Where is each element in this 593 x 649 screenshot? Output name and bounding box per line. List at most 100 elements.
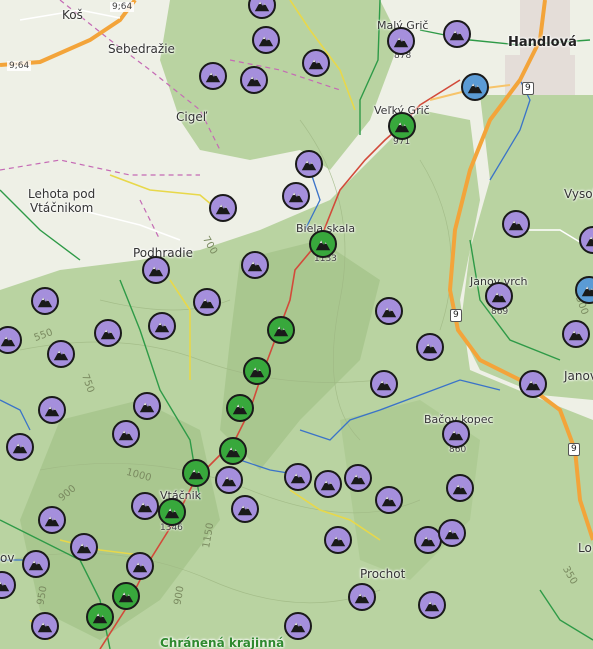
mountain-icon: [91, 608, 109, 626]
purple-peak-marker[interactable]: [562, 320, 590, 348]
green-peak-marker[interactable]: [309, 230, 337, 258]
road-label: 9;64: [110, 2, 135, 12]
purple-peak-marker[interactable]: [70, 533, 98, 561]
purple-peak-marker[interactable]: [344, 464, 372, 492]
purple-peak-marker[interactable]: [112, 420, 140, 448]
purple-peak-marker[interactable]: [324, 526, 352, 554]
green-peak-marker[interactable]: [243, 357, 271, 385]
mountain-icon: [300, 155, 318, 173]
mountain-icon: [443, 524, 461, 542]
purple-peak-marker[interactable]: [348, 583, 376, 611]
road-label: 9;64: [7, 61, 32, 71]
purple-peak-marker[interactable]: [131, 492, 159, 520]
purple-peak-marker[interactable]: [38, 506, 66, 534]
purple-peak-marker[interactable]: [302, 49, 330, 77]
green-peak-marker[interactable]: [388, 112, 416, 140]
purple-peak-marker[interactable]: [22, 550, 50, 578]
mountain-icon: [117, 425, 135, 443]
mountain-icon: [584, 231, 593, 249]
mountain-icon: [11, 438, 29, 456]
place-lehota-pod-vtacnikom: Lehota pod Vtáčnikom: [28, 187, 96, 215]
purple-peak-marker[interactable]: [502, 210, 530, 238]
purple-peak-marker[interactable]: [282, 182, 310, 210]
place-vysok: Vysok: [564, 187, 593, 201]
purple-peak-marker[interactable]: [133, 392, 161, 420]
purple-peak-marker[interactable]: [31, 287, 59, 315]
mountain-icon: [231, 399, 249, 417]
purple-peak-marker[interactable]: [240, 66, 268, 94]
mountain-icon: [220, 471, 238, 489]
mountain-icon: [423, 596, 441, 614]
purple-peak-marker[interactable]: [38, 396, 66, 424]
place-kos: Koš: [62, 8, 83, 22]
mountain-icon: [314, 235, 332, 253]
purple-peak-marker[interactable]: [314, 470, 342, 498]
purple-peak-marker[interactable]: [519, 370, 547, 398]
mountain-icon: [375, 375, 393, 393]
road-shield-9: 9: [450, 309, 462, 322]
purple-peak-marker[interactable]: [485, 282, 513, 310]
purple-peak-marker[interactable]: [375, 297, 403, 325]
purple-peak-marker[interactable]: [31, 612, 59, 640]
mountain-icon: [253, 0, 271, 14]
purple-peak-marker[interactable]: [231, 495, 259, 523]
green-peak-marker[interactable]: [267, 316, 295, 344]
mountain-icon: [236, 500, 254, 518]
purple-peak-marker[interactable]: [284, 612, 312, 640]
purple-peak-marker[interactable]: [94, 319, 122, 347]
mountain-icon: [36, 617, 54, 635]
mountain-icon: [204, 67, 222, 85]
mountain-icon: [490, 287, 508, 305]
mountain-icon: [567, 325, 585, 343]
purple-peak-marker[interactable]: [284, 463, 312, 491]
green-peak-marker[interactable]: [112, 582, 140, 610]
place-ov: ov: [0, 551, 15, 565]
purple-peak-marker[interactable]: [442, 420, 470, 448]
mountain-icon: [257, 31, 275, 49]
mountain-icon: [329, 531, 347, 549]
road-shield-9: 9: [568, 443, 580, 456]
mountain-icon: [99, 324, 117, 342]
green-peak-marker[interactable]: [86, 603, 114, 631]
mountain-icon: [0, 576, 11, 594]
purple-peak-marker[interactable]: [443, 20, 471, 48]
green-peak-marker[interactable]: [182, 459, 210, 487]
purple-peak-marker[interactable]: [193, 288, 221, 316]
purple-peak-marker[interactable]: [416, 333, 444, 361]
place-lo: Lo: [578, 541, 592, 555]
blue-peak-marker[interactable]: [461, 73, 489, 101]
purple-peak-marker[interactable]: [375, 486, 403, 514]
mountain-icon: [380, 302, 398, 320]
mountain-icon: [246, 256, 264, 274]
purple-peak-marker[interactable]: [215, 466, 243, 494]
purple-peak-marker[interactable]: [252, 26, 280, 54]
purple-peak-marker[interactable]: [438, 519, 466, 547]
place-sebedrazie: Sebedražie: [108, 42, 175, 56]
mountain-icon: [214, 199, 232, 217]
purple-peak-marker[interactable]: [295, 150, 323, 178]
mountain-icon: [319, 475, 337, 493]
mountain-icon: [224, 442, 242, 460]
green-peak-marker[interactable]: [219, 437, 247, 465]
green-peak-marker[interactable]: [226, 394, 254, 422]
mountain-icon: [153, 317, 171, 335]
purple-peak-marker[interactable]: [370, 370, 398, 398]
map-viewport[interactable]: Koš Sebedražie Cigeľ Lehota pod Vtáčniko…: [0, 0, 593, 649]
place-cigel: Cigeľ: [176, 110, 208, 124]
purple-peak-marker[interactable]: [6, 433, 34, 461]
purple-peak-marker[interactable]: [446, 474, 474, 502]
purple-peak-marker[interactable]: [142, 256, 170, 284]
purple-peak-marker[interactable]: [387, 27, 415, 55]
mountain-icon: [447, 425, 465, 443]
purple-peak-marker[interactable]: [148, 312, 176, 340]
mountain-icon: [163, 503, 181, 521]
green-peak-marker[interactable]: [158, 498, 186, 526]
mountain-icon: [287, 187, 305, 205]
purple-peak-marker[interactable]: [47, 340, 75, 368]
purple-peak-marker[interactable]: [241, 251, 269, 279]
purple-peak-marker[interactable]: [126, 552, 154, 580]
purple-peak-marker[interactable]: [209, 194, 237, 222]
purple-peak-marker[interactable]: [199, 62, 227, 90]
mountain-icon: [393, 117, 411, 135]
purple-peak-marker[interactable]: [418, 591, 446, 619]
